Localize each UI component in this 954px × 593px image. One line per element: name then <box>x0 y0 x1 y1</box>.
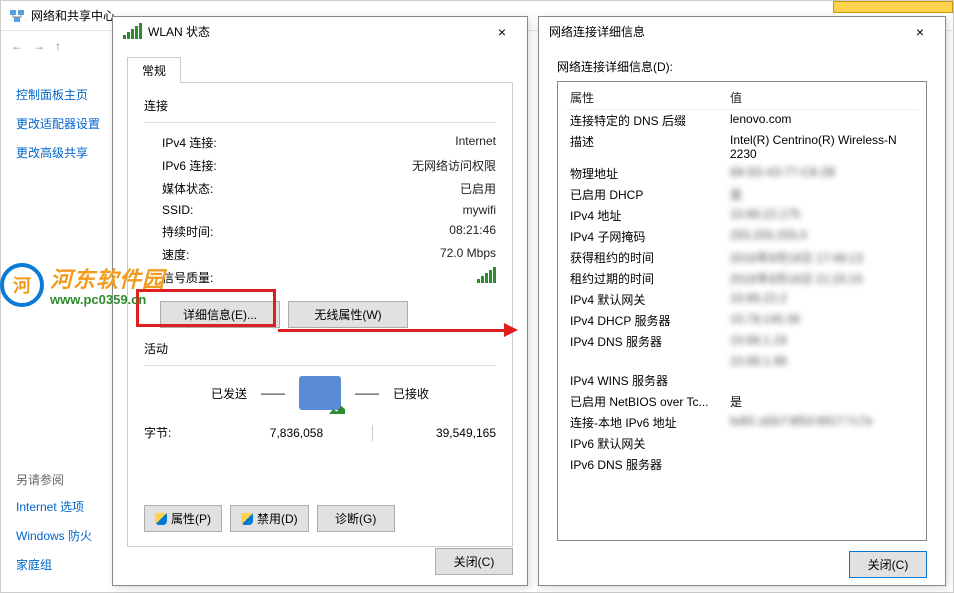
sidebar-link-adapter[interactable]: 更改适配器设置 <box>16 115 111 132</box>
details-row[interactable]: 10.88.1.98 <box>566 352 918 370</box>
details-list-label: 网络连接详细信息(D): <box>557 58 927 75</box>
bg-title-text: 网络和共享中心 <box>31 7 115 24</box>
details-row[interactable]: IPv4 WINS 服务器 <box>566 370 918 391</box>
row-duration: 持续时间:08:21:46 <box>144 220 496 243</box>
tab-strip: 常规 <box>127 56 513 82</box>
sidebar-link-home[interactable]: 控制面板主页 <box>16 86 111 103</box>
recv-label: 已接收 <box>393 385 429 402</box>
col-property[interactable]: 属性 <box>570 89 730 106</box>
sidebar-section-seealso: 另请参阅 <box>16 471 111 488</box>
details-title-text: 网络连接详细信息 <box>549 23 645 40</box>
shield-icon <box>241 513 253 525</box>
details-row[interactable]: IPv6 默认网关 <box>566 433 918 454</box>
details-row[interactable]: IPv4 DHCP 服务器10.78.145.36 <box>566 310 918 331</box>
group-connection: 连接 <box>144 97 496 114</box>
sidebar-link-homegroup[interactable]: 家庭组 <box>16 556 111 573</box>
nav-back-icon[interactable]: ← <box>11 39 23 53</box>
activity-area: 已发送 —— —— 已接收 字节: 7,836,058 39,549,165 <box>144 376 496 441</box>
row-media: 媒体状态:已启用 <box>144 177 496 200</box>
sent-label: 已发送 <box>211 385 247 402</box>
details-row[interactable]: 物理地址68-5D-43-77-C8-2B <box>566 163 918 184</box>
annotation-arrow <box>278 329 506 332</box>
diagnose-button[interactable]: 诊断(G) <box>317 505 395 532</box>
details-close-icon[interactable]: × <box>905 24 935 40</box>
wifi-icon <box>123 25 142 39</box>
network-center-icon <box>9 8 25 24</box>
shield-icon <box>155 513 167 525</box>
nav-up-icon[interactable]: ↑ <box>55 39 61 53</box>
annotation-arrowhead <box>504 323 518 337</box>
wlan-title-text: WLAN 状态 <box>148 23 210 40</box>
details-header[interactable]: 属性 值 <box>566 86 918 110</box>
cropped-window-fragment <box>833 1 953 13</box>
details-button[interactable]: 详细信息(E)... <box>160 301 280 328</box>
details-row[interactable]: IPv4 子网掩码255.255.255.0 <box>566 226 918 247</box>
row-signal: 信号质量: <box>144 266 496 289</box>
wireless-properties-button[interactable]: 无线属性(W) <box>288 301 408 328</box>
properties-button[interactable]: 属性(P) <box>144 505 222 532</box>
row-speed: 速度:72.0 Mbps <box>144 243 496 266</box>
details-row[interactable]: 获得租约的时间2016年9月18日 17:46:13 <box>566 247 918 268</box>
col-value[interactable]: 值 <box>730 89 742 106</box>
bytes-label: 字节: <box>144 424 200 441</box>
bytes-recv-value: 39,549,165 <box>413 426 497 440</box>
details-row[interactable]: IPv4 默认网关10.86.22.2 <box>566 289 918 310</box>
tab-panel-general: 连接 IPv4 连接:Internet IPv6 连接:无网络访问权限 媒体状态… <box>127 82 513 547</box>
bytes-sent-value: 7,836,058 <box>240 426 324 440</box>
details-row[interactable]: 连接-本地 IPv6 地址fe80::a5b7:8f50:9917:7c7e <box>566 412 918 433</box>
network-activity-icon <box>299 376 341 410</box>
details-row[interactable]: IPv4 DNS 服务器10.88.1.18 <box>566 331 918 352</box>
nav-forward-icon[interactable]: → <box>33 39 45 53</box>
row-ssid: SSID:mywifi <box>144 200 496 220</box>
row-ipv4: IPv4 连接:Internet <box>144 131 496 154</box>
details-row[interactable]: 描述Intel(R) Centrino(R) Wireless-N 2230 <box>566 131 918 163</box>
sidebar-link-internet[interactable]: Internet 选项 <box>16 498 111 515</box>
connection-details-dialog: 网络连接详细信息 × 网络连接详细信息(D): 属性 值 连接特定的 DNS 后… <box>538 16 946 586</box>
details-row[interactable]: 连接特定的 DNS 后缀lenovo.com <box>566 110 918 131</box>
details-row[interactable]: 已启用 DHCP是 <box>566 184 918 205</box>
details-listbox[interactable]: 属性 值 连接特定的 DNS 后缀lenovo.com描述Intel(R) Ce… <box>557 81 927 541</box>
details-close-button[interactable]: 关闭(C) <box>849 551 927 578</box>
group-activity: 活动 <box>144 340 496 357</box>
details-row[interactable]: 租约过期的时间2016年9月18日 21:25:15 <box>566 268 918 289</box>
details-row[interactable]: 已启用 NetBIOS over Tc...是 <box>566 391 918 412</box>
wlan-status-dialog: WLAN 状态 × 常规 连接 IPv4 连接:Internet IPv6 连接… <box>112 16 528 586</box>
details-titlebar[interactable]: 网络连接详细信息 × <box>539 17 945 46</box>
sidebar-link-sharing[interactable]: 更改高级共享 <box>16 144 111 161</box>
signal-bars-icon <box>477 269 496 283</box>
disable-button[interactable]: 禁用(D) <box>230 505 309 532</box>
bg-sidebar: 控制面板主页 更改适配器设置 更改高级共享 另请参阅 Internet 选项 W… <box>16 86 111 585</box>
row-ipv6: IPv6 连接:无网络访问权限 <box>144 154 496 177</box>
wlan-close-button[interactable]: 关闭(C) <box>435 548 513 575</box>
wlan-close-icon[interactable]: × <box>487 24 517 40</box>
wlan-titlebar[interactable]: WLAN 状态 × <box>113 17 527 46</box>
details-row[interactable]: IPv6 DNS 服务器 <box>566 454 918 475</box>
details-row[interactable]: IPv4 地址10.86.22.175 <box>566 205 918 226</box>
sidebar-link-firewall[interactable]: Windows 防火 <box>16 527 111 544</box>
tab-general[interactable]: 常规 <box>127 57 181 83</box>
